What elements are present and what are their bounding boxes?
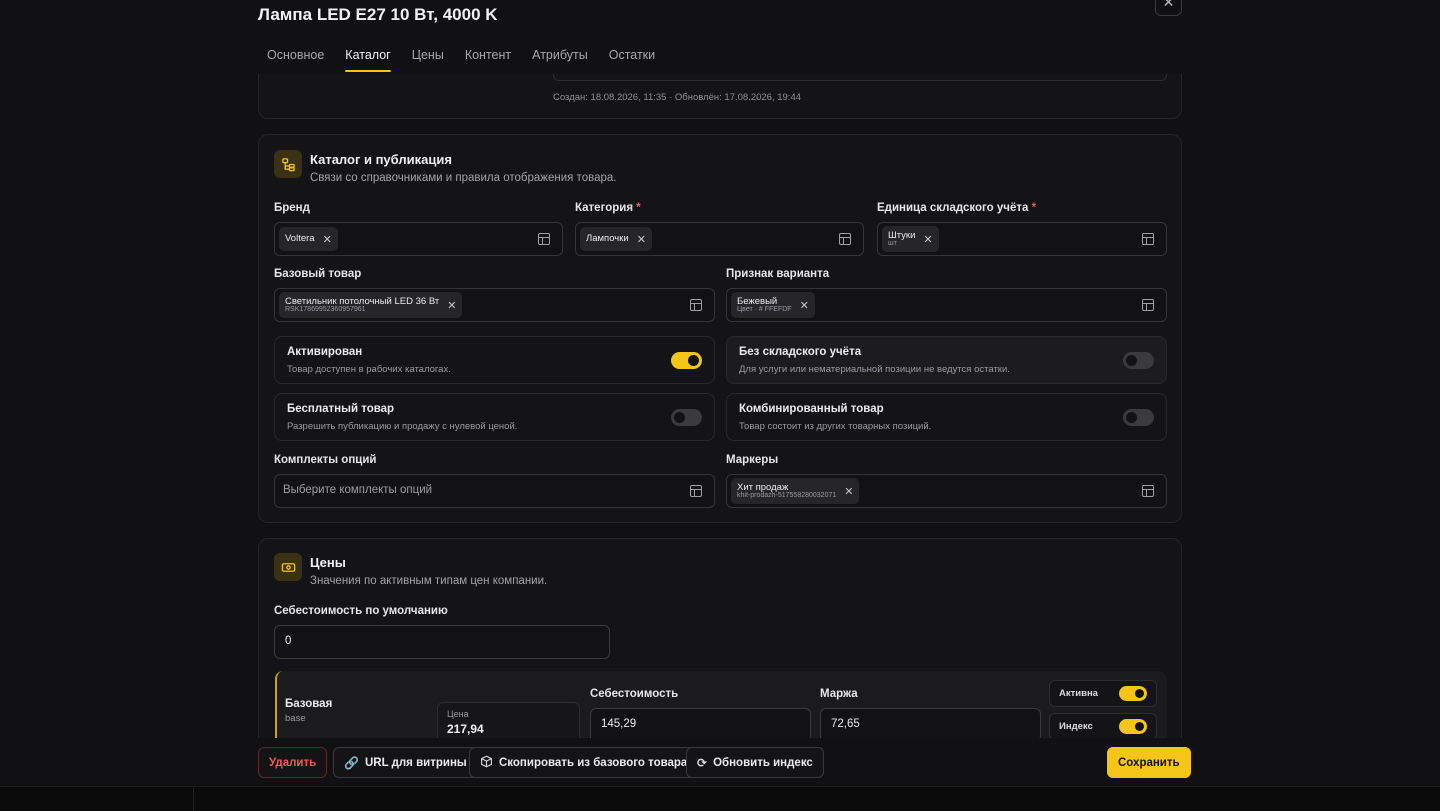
action-footer: Удалить 🔗 URL для витрины Скопировать из … <box>0 738 1440 786</box>
catalog-section-card: Каталог и публикация Связи со справочник… <box>258 134 1182 523</box>
base-product-field[interactable]: Светильник потолочный LED 36 Вт RSK178699… <box>274 288 715 322</box>
remove-chip-icon[interactable]: ✕ <box>923 233 932 246</box>
category-label: Категория * <box>575 202 641 214</box>
table-picker-icon[interactable] <box>538 233 550 245</box>
table-picker-icon[interactable] <box>1142 485 1154 497</box>
variant-field[interactable]: Бежевый Цвет · # FFEFDF ✕ <box>726 288 1167 322</box>
active-toggle[interactable]: Активна <box>1049 680 1157 707</box>
option-sets-field[interactable]: Выберите комплекты опций <box>274 474 715 508</box>
active-switch[interactable] <box>1119 686 1147 701</box>
remove-chip-icon[interactable]: ✕ <box>637 233 646 246</box>
delete-button[interactable]: Удалить <box>258 747 328 778</box>
margin-input[interactable]: 72,65 <box>820 708 1041 738</box>
base-product-chip: Светильник потолочный LED 36 Вт RSK178699… <box>279 292 463 318</box>
combined-product-switch[interactable] <box>1123 409 1154 426</box>
free-product-switch[interactable] <box>671 409 702 426</box>
remove-chip-icon[interactable]: ✕ <box>323 233 332 246</box>
previous-input-field[interactable] <box>553 74 1167 81</box>
cost-input[interactable]: 145,29 <box>590 708 811 738</box>
price-value-box: Цена 217,94 <box>437 702 580 738</box>
margin-label: Маржа <box>820 688 858 700</box>
toggle-activated[interactable]: Активирован Товар доступен в рабочих кат… <box>274 336 715 384</box>
toggle-free-product[interactable]: Бесплатный товар Разрешить публикацию и … <box>274 393 715 441</box>
activated-switch[interactable] <box>671 352 702 369</box>
catalog-tree-icon <box>274 150 302 178</box>
brand-field[interactable]: Voltera ✕ <box>274 222 563 256</box>
default-cost-label: Себестоимость по умолчанию <box>274 605 448 617</box>
price-type-code: base <box>285 713 306 724</box>
copy-from-base-button[interactable]: Скопировать из базового товара <box>469 747 699 778</box>
default-cost-input[interactable]: 0 <box>274 625 610 659</box>
product-edit-modal: Лампа LED E27 10 Вт, 4000 K ✕ Основное К… <box>0 0 1440 811</box>
brand-chip: Voltera ✕ <box>279 227 338 251</box>
save-button[interactable]: Сохранить <box>1107 747 1191 778</box>
unit-field[interactable]: Штуки шт ✕ <box>877 222 1167 256</box>
remove-chip-icon[interactable]: ✕ <box>844 485 853 498</box>
link-icon: 🔗 <box>344 755 359 770</box>
markers-field[interactable]: Хит продаж khit-prodazh-517558280032071 ✕ <box>726 474 1167 508</box>
toggle-combined-product[interactable]: Комбинированный товар Товар состоит из д… <box>726 393 1167 441</box>
tab-catalog[interactable]: Каталог <box>345 48 392 72</box>
content-scroll-area[interactable]: Создан: 18.08.2026, 11:35 · Обновлён: 17… <box>0 74 1440 738</box>
brand-label: Бренд <box>274 202 310 214</box>
timestamps: Создан: 18.08.2026, 11:35 · Обновлён: 17… <box>553 92 802 103</box>
price-type-name: Базовая <box>285 698 333 710</box>
variant-chip: Бежевый Цвет · # FFEFDF ✕ <box>731 292 815 318</box>
tab-stock[interactable]: Остатки <box>609 48 655 72</box>
unit-chip: Штуки шт ✕ <box>882 226 939 252</box>
page-title: Лампа LED E27 10 Вт, 4000 K <box>258 5 498 24</box>
unit-label: Единица складского учёта * <box>877 202 1037 214</box>
catalog-section-title: Каталог и публикация <box>310 152 452 167</box>
refresh-icon: ⟳ <box>697 755 708 770</box>
tab-basic[interactable]: Основное <box>267 48 324 72</box>
prices-section-card: Цены Значения по активным типам цен комп… <box>258 538 1182 738</box>
background-app-strip <box>0 786 1440 811</box>
money-icon <box>274 553 302 581</box>
category-chip: Лампочки ✕ <box>580 227 652 251</box>
toggle-no-stock[interactable]: Без складского учёта Для услуги или нема… <box>726 336 1167 384</box>
tab-content[interactable]: Контент <box>465 48 511 72</box>
tab-attributes[interactable]: Атрибуты <box>532 48 588 72</box>
category-field[interactable]: Лампочки ✕ <box>575 222 864 256</box>
refresh-index-button[interactable]: ⟳ Обновить индекс <box>686 747 824 778</box>
price-type-row: Базовая base Цена 217,94 Себестоимость 1… <box>275 671 1167 738</box>
index-toggle[interactable]: Индекс <box>1049 713 1157 738</box>
close-button[interactable]: ✕ <box>1155 0 1182 16</box>
base-product-label: Базовый товар <box>274 268 362 280</box>
tab-bar: Основное Каталог Цены Контент Атрибуты О… <box>267 48 676 72</box>
prices-section-title: Цены <box>310 555 346 570</box>
remove-chip-icon[interactable]: ✕ <box>447 299 456 312</box>
no-stock-switch[interactable] <box>1123 352 1154 369</box>
marker-chip: Хит продаж khit-prodazh-517558280032071 ✕ <box>731 478 860 504</box>
variant-label: Признак варианта <box>726 268 830 280</box>
close-icon: ✕ <box>1162 0 1175 10</box>
index-switch[interactable] <box>1119 719 1147 734</box>
box-icon <box>480 755 493 771</box>
table-picker-icon[interactable] <box>839 233 851 245</box>
table-picker-icon[interactable] <box>1142 299 1154 311</box>
tab-prices[interactable]: Цены <box>412 48 444 72</box>
table-picker-icon[interactable] <box>690 485 702 497</box>
table-picker-icon[interactable] <box>1142 233 1154 245</box>
option-sets-label: Комплекты опций <box>274 454 377 466</box>
catalog-section-subtitle: Связи со справочниками и правила отображ… <box>310 172 617 184</box>
cost-label: Себестоимость <box>590 688 679 700</box>
remove-chip-icon[interactable]: ✕ <box>800 299 809 312</box>
basic-section-card: Создан: 18.08.2026, 11:35 · Обновлён: 17… <box>258 74 1182 119</box>
prices-section-subtitle: Значения по активным типам цен компании. <box>310 575 548 587</box>
table-picker-icon[interactable] <box>690 299 702 311</box>
markers-label: Маркеры <box>726 454 779 466</box>
storefront-url-button[interactable]: 🔗 URL для витрины <box>333 747 478 778</box>
